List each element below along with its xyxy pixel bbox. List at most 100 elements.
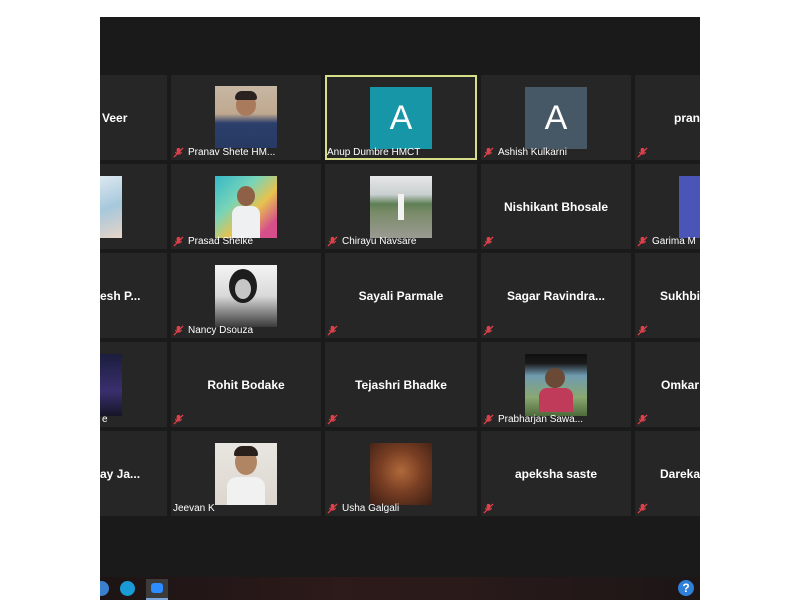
- participant-tile[interactable]: Prasad Shelke: [171, 164, 321, 249]
- participant-name: Chirayu Navsare: [342, 236, 417, 247]
- participant-tile[interactable]: A Ashish Kulkarni: [481, 75, 631, 160]
- participant-tile[interactable]: Garima M: [635, 164, 700, 249]
- participant-label: [483, 503, 498, 514]
- participant-label: Prabharjan Sawa...: [483, 414, 583, 425]
- participant-tile[interactable]: Sayali Parmale: [325, 253, 477, 338]
- participant-name: Nishikant Bhosale: [503, 199, 609, 214]
- participant-tile[interactable]: Jeevan K: [171, 431, 321, 516]
- skype-icon[interactable]: [120, 581, 135, 596]
- participant-video: [679, 176, 700, 238]
- participant-tile[interactable]: apeksha saste: [481, 431, 631, 516]
- participant-label: Garima M: [637, 236, 696, 247]
- participant-video: [100, 354, 122, 416]
- participant-name: Tejashri Bhadke: [355, 377, 447, 392]
- participant-name: Prabharjan Sawa...: [498, 414, 584, 425]
- meeting-window: Veer Pranav Shete HM... A Anup Dumbre HM…: [100, 17, 700, 600]
- participant-tile[interactable]: Omkar: [635, 342, 700, 427]
- mic-muted-icon: [637, 236, 648, 247]
- participant-video: [370, 443, 432, 505]
- participant-video: [370, 176, 432, 238]
- mic-muted-icon: [483, 503, 494, 514]
- participant-tile[interactable]: Chirayu Navsare: [325, 164, 477, 249]
- participant-label: e: [102, 414, 108, 425]
- participant-label: [327, 325, 342, 336]
- participant-name: e: [102, 414, 108, 425]
- participant-tile[interactable]: pran: [635, 75, 700, 160]
- participant-name: apeksha saste: [514, 466, 598, 481]
- participant-tile[interactable]: Nishikant Bhosale: [481, 164, 631, 249]
- participant-label: [637, 325, 652, 336]
- participant-name: Garima M: [652, 236, 696, 247]
- participant-tile[interactable]: Nancy Dsouza: [171, 253, 321, 338]
- participant-tile[interactable]: Pranav Shete HM...: [171, 75, 321, 160]
- participant-label: [173, 414, 188, 425]
- participant-label: Jeevan K: [173, 503, 215, 514]
- mic-muted-icon: [327, 503, 338, 514]
- participant-name: Veer: [102, 110, 128, 125]
- participant-name: ay Ja...: [100, 466, 141, 481]
- mic-muted-icon: [483, 236, 494, 247]
- mic-muted-icon: [637, 147, 648, 158]
- participant-tile[interactable]: Sagar Ravindra...: [481, 253, 631, 338]
- mic-muted-icon: [327, 414, 338, 425]
- participant-name: Ashish Kulkarni: [498, 147, 567, 158]
- participant-tile[interactable]: Usha Galgali: [325, 431, 477, 516]
- participant-name: Usha Galgali: [342, 503, 400, 514]
- mic-muted-icon: [173, 414, 184, 425]
- mic-muted-icon: [173, 236, 184, 247]
- mic-muted-icon: [173, 147, 184, 158]
- participant-tile[interactable]: ay Ja...: [100, 431, 167, 516]
- participant-tile[interactable]: esh P...: [100, 253, 167, 338]
- participant-tile[interactable]: Tejashri Bhadke: [325, 342, 477, 427]
- help-icon[interactable]: ?: [678, 580, 694, 596]
- pinned-app-icon[interactable]: [100, 581, 109, 596]
- participant-video: [215, 86, 277, 148]
- participant-name: esh P...: [100, 288, 141, 303]
- participant-tile[interactable]: [100, 164, 167, 249]
- participant-label: [637, 414, 652, 425]
- participant-name: Sagar Ravindra...: [506, 288, 606, 303]
- participant-label: [637, 503, 652, 514]
- participant-label: [483, 325, 498, 336]
- mic-muted-icon: [483, 414, 494, 425]
- participant-tile-active-speaker[interactable]: A Anup Dumbre HMCT: [325, 75, 477, 160]
- participant-label: Anup Dumbre HMCT: [327, 147, 420, 158]
- mic-muted-icon: [483, 147, 494, 158]
- participant-tile[interactable]: Rohit Bodake: [171, 342, 321, 427]
- participant-name: Anup Dumbre HMCT: [327, 147, 421, 158]
- mic-muted-icon: [327, 325, 338, 336]
- participant-avatar: A: [525, 87, 587, 149]
- participant-avatar: A: [370, 87, 432, 149]
- participant-tile[interactable]: Prabharjan Sawa...: [481, 342, 631, 427]
- mic-muted-icon: [327, 236, 338, 247]
- participant-label: [483, 236, 498, 247]
- mic-muted-icon: [637, 503, 648, 514]
- mic-muted-icon: [483, 325, 494, 336]
- participant-video: [215, 443, 277, 505]
- participant-name: Nancy Dsouza: [188, 325, 254, 336]
- participant-tile[interactable]: Sukhbir: [635, 253, 700, 338]
- participant-name: Jeevan K: [173, 503, 215, 514]
- participant-label: Nancy Dsouza: [173, 325, 253, 336]
- taskbar: ?: [100, 577, 700, 600]
- help-label: ?: [682, 581, 690, 595]
- mic-muted-icon: [637, 414, 648, 425]
- participant-video: [100, 176, 122, 238]
- participant-label: Prasad Shelke: [173, 236, 253, 247]
- participant-tile[interactable]: e: [100, 342, 167, 427]
- participant-label: [327, 414, 342, 425]
- participant-tile[interactable]: Veer: [100, 75, 167, 160]
- mic-muted-icon: [637, 325, 648, 336]
- zoom-app-icon[interactable]: [146, 579, 168, 600]
- participant-label: [637, 147, 652, 158]
- participant-video: [215, 176, 277, 238]
- participant-name: Rohit Bodake: [207, 377, 285, 392]
- participant-video: [525, 354, 587, 416]
- mic-muted-icon: [173, 325, 184, 336]
- participant-tile[interactable]: Darekar: [635, 431, 700, 516]
- participant-name: Sayali Parmale: [358, 288, 444, 303]
- participant-label: Usha Galgali: [327, 503, 399, 514]
- participant-label: Pranav Shete HM...: [173, 147, 275, 158]
- participant-grid: Veer Pranav Shete HM... A Anup Dumbre HM…: [100, 17, 700, 577]
- participant-label: Chirayu Navsare: [327, 236, 416, 247]
